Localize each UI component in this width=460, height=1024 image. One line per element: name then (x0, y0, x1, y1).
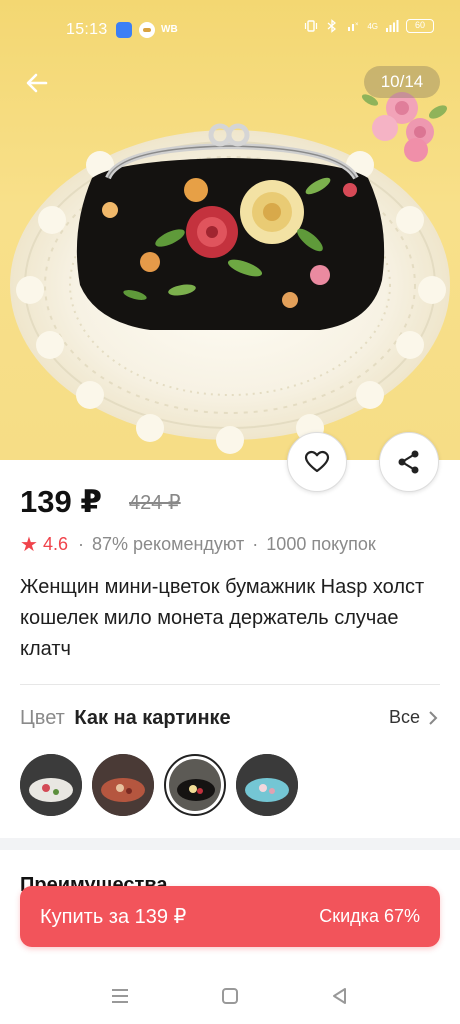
chevron-right-icon (429, 710, 438, 725)
menu-icon (112, 989, 128, 1003)
current-price: 139 ₽ (20, 484, 102, 519)
bluetooth-icon (327, 19, 337, 33)
color-selector-header: Цвет Как на картинке Все (20, 707, 440, 730)
share-button[interactable] (379, 432, 439, 492)
arrow-left-icon (26, 73, 48, 93)
heart-icon (304, 450, 330, 473)
svg-text:×: × (355, 22, 359, 28)
favorite-button[interactable] (287, 432, 347, 492)
menu-nav-button[interactable] (108, 984, 132, 1008)
purchases-text: 1000 покупок (266, 534, 376, 554)
rating-value: 4.6 (42, 534, 68, 554)
color-swatches (20, 754, 298, 816)
buy-button[interactable]: Купить за 139 ₽ Скидка 67% (20, 886, 440, 947)
old-price: 424 ₽ (129, 492, 181, 514)
separator-dot: · (252, 534, 259, 554)
back-nav-button[interactable] (328, 984, 352, 1008)
divider (20, 684, 440, 685)
back-button[interactable] (22, 68, 52, 98)
signal-x-icon: × (348, 22, 359, 31)
recommend-text: 87% рекомендуют (91, 534, 245, 554)
star-icon: ★ (20, 534, 38, 556)
color-swatch-white[interactable] (20, 754, 82, 816)
color-value: Как на картинке (74, 707, 231, 729)
system-navigation-bar (0, 970, 460, 1024)
home-nav-button[interactable] (218, 984, 242, 1008)
share-icon (398, 450, 419, 474)
color-swatch-black[interactable] (164, 754, 226, 816)
all-colors-link[interactable]: Все (389, 707, 438, 728)
home-square-icon (222, 988, 238, 1004)
product-title: Женщин мини-цветок бумажник Hasp холст к… (20, 576, 425, 660)
battery-icon: 60 (406, 19, 434, 33)
status-bar: 15:13 WB × 4G 60 (0, 0, 460, 60)
rating-row: ★ 4.6 · 87% рекомендуют · 1000 покупок (20, 532, 384, 557)
wb-notification-icon: WB (161, 24, 178, 35)
status-time: 15:13 (66, 21, 108, 38)
network-type: 4G (367, 21, 378, 31)
color-swatch-blue[interactable] (236, 754, 298, 816)
color-label: Цвет (20, 707, 65, 729)
image-counter: 10/14 (364, 66, 440, 98)
buy-button-label: Купить за 139 ₽ (40, 906, 187, 928)
color-swatch-red[interactable] (92, 754, 154, 816)
back-triangle-icon (333, 988, 346, 1004)
discount-label: Скидка 67% (319, 906, 420, 926)
status-icons: × 4G 60 (304, 19, 434, 33)
vibrate-icon (305, 20, 318, 32)
separator-dot: · (77, 534, 84, 554)
chat-notification-icon (139, 22, 155, 38)
all-colors-label: Все (388, 707, 420, 727)
section-separator (0, 838, 460, 850)
signal-icon (386, 20, 399, 32)
app-notification-icon (116, 22, 132, 38)
